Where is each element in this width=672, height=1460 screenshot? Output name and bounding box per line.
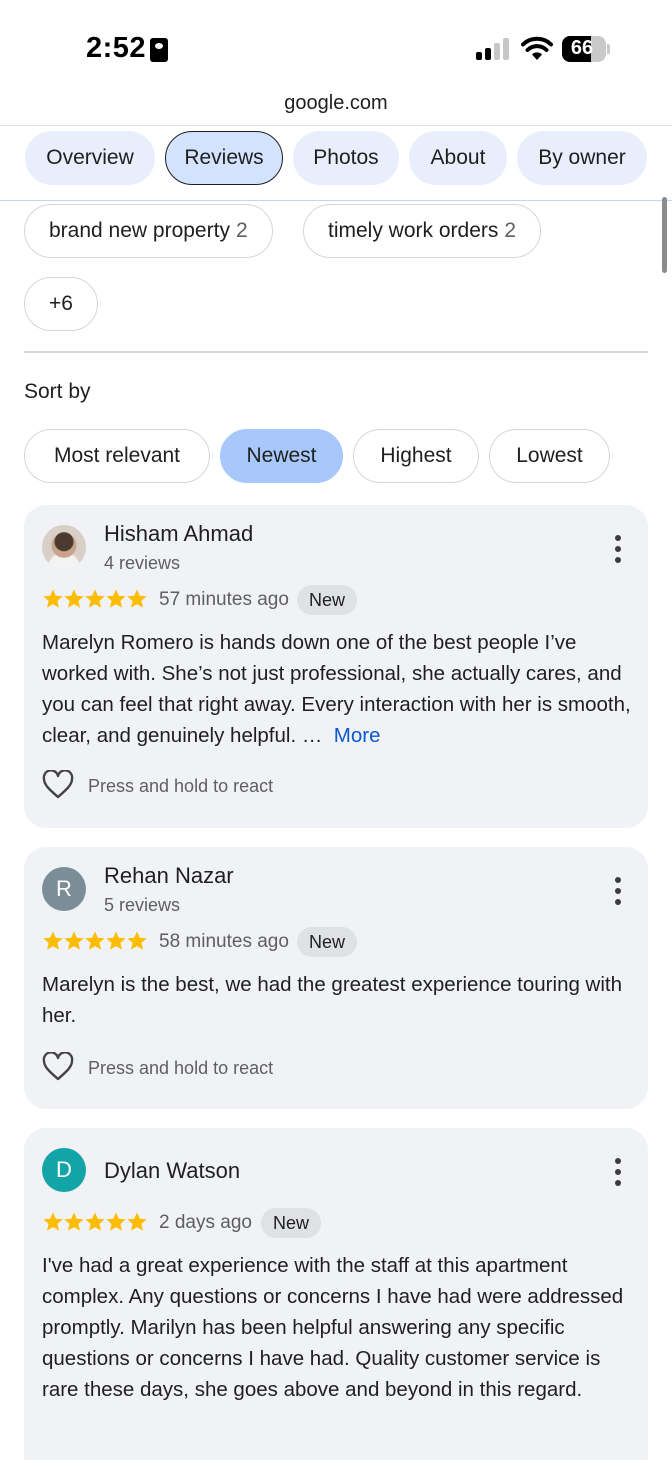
sort-highest[interactable]: Highest <box>353 429 479 483</box>
star-icon <box>127 931 147 950</box>
cellular-signal-icon <box>476 38 512 60</box>
battery-tip <box>607 44 610 54</box>
divider <box>24 351 648 353</box>
topic-chip-timely-work-orders[interactable]: timely work orders 2 <box>303 204 542 258</box>
sort-most-relevant[interactable]: Most relevant <box>24 429 210 483</box>
tab-reviews[interactable]: Reviews <box>165 131 283 185</box>
more-link[interactable]: More <box>334 724 381 747</box>
react-hint: Press and hold to react <box>88 776 274 796</box>
star-icon <box>127 1212 147 1231</box>
avatar[interactable]: R <box>42 867 86 911</box>
review-text: I've had a great experience with the sta… <box>42 1254 624 1401</box>
heart-icon[interactable] <box>42 1052 74 1082</box>
review-text: Marelyn Romero is hands down one of the … <box>42 627 632 751</box>
review-card: D Dylan Watson 2 days ago New I've had a… <box>24 1128 648 1460</box>
topic-count: 2 <box>235 219 248 242</box>
new-badge: New <box>297 927 358 957</box>
battery-level: 66 <box>570 37 594 59</box>
address-bar-url[interactable]: google.com <box>0 92 672 115</box>
star-icon <box>85 931 105 950</box>
star-rating <box>42 1211 148 1233</box>
topic-count: 2 <box>504 219 517 242</box>
star-icon <box>127 589 147 608</box>
star-icon <box>43 589 63 608</box>
tab-about[interactable]: About <box>409 131 507 185</box>
new-badge: New <box>297 585 358 615</box>
star-icon <box>43 1212 63 1231</box>
tab-overview[interactable]: Overview <box>25 131 155 185</box>
star-icon <box>85 589 105 608</box>
more-options-icon[interactable] <box>614 1158 622 1186</box>
topic-label: timely work orders <box>328 219 499 242</box>
star-icon <box>64 1212 84 1231</box>
avatar[interactable]: D <box>42 1148 86 1192</box>
review-card: R Rehan Nazar 5 reviews 58 minutes ago N… <box>24 847 648 1109</box>
star-rating <box>42 588 148 610</box>
review-time: 57 minutes ago <box>159 589 289 610</box>
reviewer-review-count: 4 reviews <box>104 553 181 573</box>
new-badge: New <box>261 1208 322 1238</box>
review-text: Marelyn is the best, we had the greatest… <box>42 973 623 1027</box>
star-icon <box>64 589 84 608</box>
avatar[interactable] <box>42 525 86 569</box>
react-hint: Press and hold to react <box>88 1058 274 1078</box>
tab-by-owner[interactable]: By owner <box>517 131 647 185</box>
heart-icon[interactable] <box>42 770 74 800</box>
star-icon <box>43 931 63 950</box>
more-topics-button[interactable]: +6 <box>24 277 98 331</box>
reviewer-name[interactable]: Hisham Ahmad <box>104 521 253 547</box>
more-options-icon[interactable] <box>614 877 622 905</box>
reviewer-review-count: 5 reviews <box>104 895 181 915</box>
reviewer-name[interactable]: Dylan Watson <box>104 1158 240 1184</box>
topic-chip-brand-new-property[interactable]: brand new property 2 <box>24 204 273 258</box>
sort-newest[interactable]: Newest <box>220 429 343 483</box>
review-card: Hisham Ahmad 4 reviews 57 minutes ago Ne… <box>24 505 648 828</box>
status-bar: 2:52 66 <box>0 0 672 90</box>
place-tabs: Overview Reviews Photos About By owner <box>0 125 672 201</box>
star-icon <box>106 1212 126 1231</box>
star-icon <box>106 589 126 608</box>
wifi-icon <box>521 36 553 60</box>
star-icon <box>85 1212 105 1231</box>
more-options-icon[interactable] <box>614 535 622 563</box>
battery-icon: 66 <box>562 36 606 62</box>
sort-label: Sort by <box>24 380 91 403</box>
orientation-lock-icon <box>150 38 168 62</box>
review-time: 2 days ago <box>159 1212 252 1233</box>
star-icon <box>106 931 126 950</box>
topic-label: brand new property <box>49 219 230 242</box>
sort-lowest[interactable]: Lowest <box>489 429 610 483</box>
tab-photos[interactable]: Photos <box>293 131 399 185</box>
status-time: 2:52 <box>86 32 147 64</box>
review-time: 58 minutes ago <box>159 931 289 952</box>
scrollbar[interactable] <box>662 197 667 273</box>
star-icon <box>64 931 84 950</box>
reviewer-name[interactable]: Rehan Nazar <box>104 863 234 889</box>
star-rating <box>42 930 148 952</box>
